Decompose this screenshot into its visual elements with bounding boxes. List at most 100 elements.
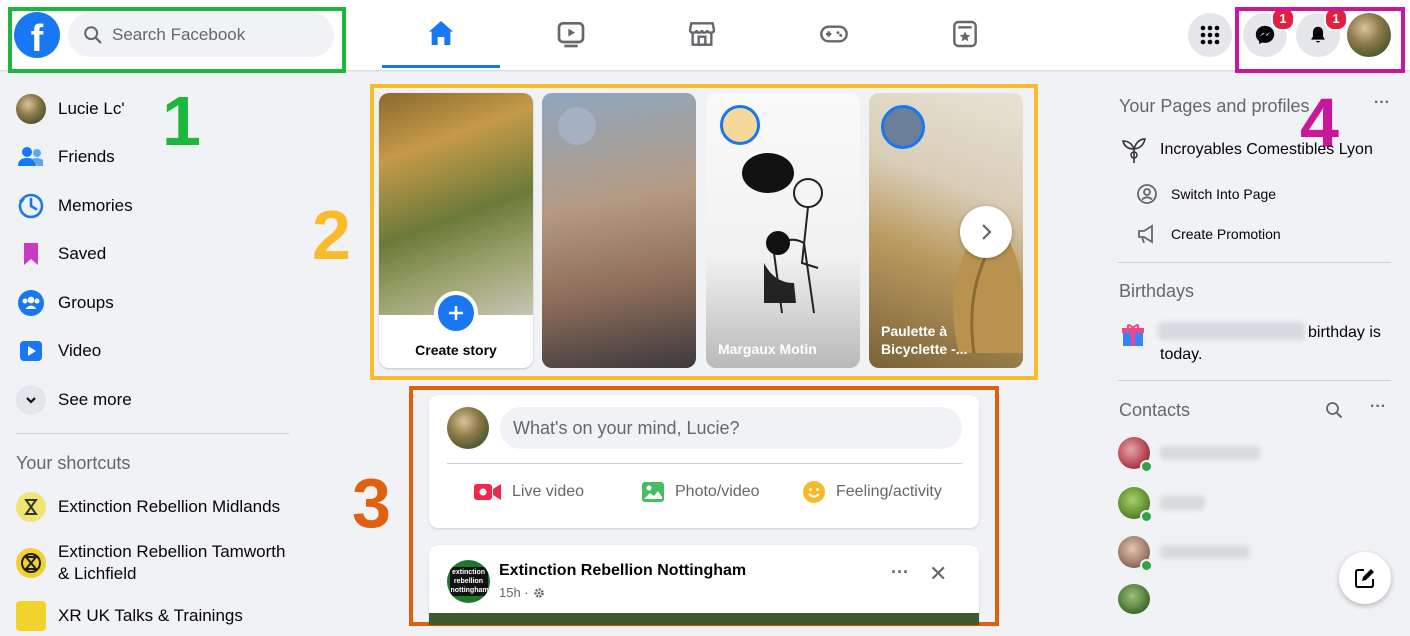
feeling-activity-label: Feeling/activity [836, 483, 942, 500]
annotation-number-3: 3 [352, 464, 391, 542]
pages-more-button[interactable]: ··· [1374, 94, 1390, 112]
new-message-button[interactable] [1339, 552, 1391, 604]
megaphone-icon [1138, 224, 1153, 244]
contacts-title: Contacts [1119, 400, 1191, 420]
sidebar-item-label: Video [58, 341, 102, 360]
switch-profile-icon [1137, 184, 1157, 204]
grid-menu-icon [1200, 25, 1220, 45]
tab-watch[interactable] [512, 0, 630, 68]
gift-icon [1122, 324, 1144, 346]
marketplace-icon [688, 22, 716, 46]
online-indicator [1140, 510, 1153, 523]
post-image [429, 613, 979, 625]
contacts-more-button[interactable]: ··· [1370, 398, 1386, 416]
tab-gaming[interactable] [775, 0, 893, 68]
xr-logo-icon [16, 492, 46, 522]
sidebar-item-label: Lucie Lc' [58, 99, 125, 118]
friends-icon [18, 147, 43, 166]
post-author-logo-text: extinction rebellion nottingham [449, 567, 489, 596]
avatar [16, 94, 46, 124]
sidebar-item-groups[interactable]: Groups [16, 283, 114, 323]
story-label: Margaux Motin [718, 341, 817, 357]
contact-avatar[interactable] [1118, 584, 1150, 614]
sidebar-item-label: Memories [58, 196, 133, 215]
chevron-right-icon [982, 224, 992, 240]
settings-gear-icon [533, 587, 544, 598]
composer-input[interactable]: What's on your mind, Lucie? [500, 407, 962, 449]
birthday-text: birthday is today. [1160, 324, 1381, 363]
add-story-icon[interactable] [434, 291, 478, 335]
feeling-activity-button[interactable]: Feeling/activity [801, 479, 942, 505]
page-name: Incroyables Comestibles Lyon [1160, 141, 1373, 158]
groups-icon [18, 290, 44, 316]
feed-post: extinction rebellion nottingham Extincti… [429, 545, 979, 625]
live-video-button[interactable]: Live video [473, 481, 584, 503]
live-video-label: Live video [512, 483, 585, 500]
sidebar-item-memories[interactable]: Memories [16, 186, 133, 226]
blurred-contact-name [1160, 446, 1260, 460]
composer-placeholder: What's on your mind, Lucie? [513, 417, 740, 438]
switch-into-page-button[interactable]: Switch Into Page [1136, 183, 1276, 205]
shortcut-label: Extinction Rebellion Tamworth & Lichfiel… [58, 542, 286, 583]
post-timestamp[interactable]: 15h · [499, 585, 545, 600]
blurred-contact-name [1160, 496, 1205, 510]
shortcut-item[interactable]: XR UK Talks & Trainings [16, 596, 243, 636]
post-time: 15h · [499, 585, 529, 600]
menu-button[interactable] [1188, 13, 1232, 57]
annotation-number-1: 1 [162, 82, 201, 160]
xr-logo-icon [16, 548, 46, 578]
highlight-box-4 [1235, 7, 1405, 73]
post-author-avatar[interactable]: extinction rebellion nottingham [447, 560, 490, 603]
create-story-label: Create story [415, 342, 497, 358]
online-indicator [1140, 460, 1153, 473]
promotion-label: Create Promotion [1171, 226, 1281, 242]
sidebar-item-video[interactable]: Video [16, 331, 101, 371]
story-photo [379, 93, 533, 315]
video-icon [20, 341, 42, 361]
create-story-card[interactable]: Create story [379, 93, 533, 368]
saved-icon [24, 243, 38, 265]
shortcut-item[interactable]: Extinction Rebellion Midlands [16, 487, 280, 527]
sidebar-item-profile[interactable]: Lucie Lc' [16, 89, 125, 129]
birthday-item[interactable] [1119, 320, 1147, 353]
contacts-search-icon[interactable] [1325, 401, 1343, 419]
xr-logo-icon [16, 601, 46, 631]
story-avatar [881, 105, 925, 149]
right-divider [1118, 262, 1391, 263]
create-promotion-button[interactable]: Create Promotion [1136, 223, 1281, 245]
sidebar-item-label: Saved [58, 244, 107, 263]
tab-marketplace[interactable] [643, 0, 761, 68]
page-item[interactable]: Incroyables Comestibles Lyon [1119, 135, 1373, 165]
story-card[interactable] [542, 93, 696, 368]
chevron-down-icon [16, 385, 46, 415]
shortcut-item[interactable]: Extinction Rebellion Tamworth & Lichfiel… [16, 540, 288, 586]
composer-divider [447, 463, 962, 464]
sidebar-item-friends[interactable]: Friends [16, 137, 115, 177]
birthdays-title: Birthdays [1119, 281, 1195, 301]
shortcut-label: Extinction Rebellion Midlands [58, 497, 281, 516]
sidebar-item-label: Groups [58, 293, 114, 312]
sidebar-item-label: Friends [58, 147, 115, 166]
tab-news[interactable] [906, 0, 1024, 68]
post-author-name[interactable]: Extinction Rebellion Nottingham [499, 562, 746, 580]
shortcuts-title: Your shortcuts [16, 453, 131, 473]
blurred-contact-name [1160, 545, 1250, 559]
compose-icon [1355, 569, 1374, 588]
post-more-button[interactable]: ··· [891, 562, 909, 583]
story-card[interactable]: Margaux Motin [706, 93, 860, 368]
photo-icon [642, 482, 664, 502]
online-indicator [1140, 559, 1153, 572]
home-icon [429, 20, 453, 45]
sidebar-item-label: See more [58, 390, 132, 409]
composer-avatar[interactable] [447, 407, 489, 449]
sidebar-divider [16, 433, 289, 434]
sidebar-item-saved[interactable]: Saved [16, 234, 106, 274]
tab-home[interactable] [382, 0, 500, 68]
right-divider [1118, 380, 1391, 381]
photo-video-button[interactable]: Photo/video [640, 479, 760, 505]
sidebar-see-more[interactable]: See more [16, 380, 132, 420]
post-close-button[interactable]: ✕ [929, 561, 947, 587]
story-illustration [742, 153, 823, 314]
stories-next-button[interactable] [960, 206, 1012, 258]
story-label: Paulette à Bicyclette -... [881, 323, 968, 357]
